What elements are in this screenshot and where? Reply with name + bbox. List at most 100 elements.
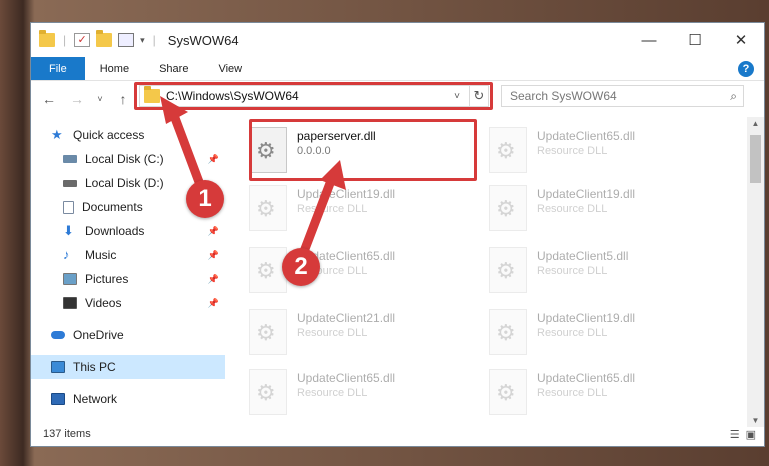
customize-icon[interactable] xyxy=(118,33,135,47)
sidebar-item-label: OneDrive xyxy=(73,328,124,342)
search-input[interactable]: Search SysWOW64 ⌕ xyxy=(501,85,744,107)
star-icon: ★ xyxy=(51,127,63,142)
minimize-button[interactable]: — xyxy=(626,23,672,57)
tab-home[interactable]: Home xyxy=(85,57,144,80)
sidebar-item-local-disk-c[interactable]: Local Disk (C:) 📌 xyxy=(31,147,225,171)
step-2-badge: 2 xyxy=(282,248,320,286)
folder-icon xyxy=(39,30,55,47)
scroll-thumb[interactable] xyxy=(750,135,761,183)
sidebar-item-label: Videos xyxy=(85,296,122,310)
cloud-icon xyxy=(51,331,65,339)
window-controls: — ☐ ✕ xyxy=(626,23,764,57)
sidebar-item-videos[interactable]: Videos 📌 xyxy=(31,291,225,315)
tab-share[interactable]: Share xyxy=(144,57,203,80)
file-name: UpdateClient21.dll xyxy=(297,311,396,325)
sidebar-item-music[interactable]: ♪ Music 📌 xyxy=(31,243,225,267)
music-icon: ♪ xyxy=(63,247,70,262)
qat-dropdown-icon[interactable]: ▾ xyxy=(140,35,145,46)
sidebar-item-label: Network xyxy=(73,392,118,406)
dll-file-icon xyxy=(249,369,287,415)
new-folder-icon[interactable] xyxy=(96,30,113,47)
network-icon xyxy=(51,393,65,405)
file-type: Resource DLL xyxy=(297,327,368,339)
sidebar-item-pictures[interactable]: Pictures 📌 xyxy=(31,267,225,291)
close-button[interactable]: ✕ xyxy=(718,23,764,57)
sidebar-item-this-pc[interactable]: This PC xyxy=(31,355,225,379)
sidebar-item-label: This PC xyxy=(73,360,116,374)
tab-view[interactable]: View xyxy=(203,57,257,80)
file-name: UpdateClient65.dll xyxy=(537,371,636,385)
file-name: UpdateClient65.dll xyxy=(297,371,396,385)
quick-access-toolbar: | ✓ ▾ | xyxy=(39,30,158,47)
sidebar-item-quick-access[interactable]: ★ Quick access xyxy=(31,123,225,147)
maximize-button[interactable]: ☐ xyxy=(672,23,718,57)
properties-check-icon[interactable]: ✓ xyxy=(74,33,91,47)
recent-locations-button[interactable]: ˅ xyxy=(95,94,105,104)
item-count: 137 items xyxy=(43,428,91,440)
address-highlight-box xyxy=(134,82,493,110)
sidebar-item-label: Local Disk (D:) xyxy=(85,176,164,190)
dll-file-icon xyxy=(489,369,527,415)
sidebar-item-downloads[interactable]: ⬇ Downloads 📌 xyxy=(31,219,225,243)
file-tile[interactable]: UpdateClient65.dll Resource DLL xyxy=(249,365,469,423)
file-tile[interactable]: UpdateClient5.dll Resource DLL xyxy=(489,243,709,301)
file-type: Resource DLL xyxy=(537,203,608,215)
file-type: Resource DLL xyxy=(297,203,368,215)
file-highlight-box xyxy=(249,119,477,181)
dll-file-icon xyxy=(489,127,527,173)
tab-file[interactable]: File xyxy=(31,57,85,80)
drive-icon xyxy=(63,155,77,163)
file-type: Resource DLL xyxy=(537,387,608,399)
dll-file-icon xyxy=(249,309,287,355)
file-name: UpdateClient19.dll xyxy=(537,311,636,325)
dll-file-icon xyxy=(249,185,287,231)
search-icon[interactable]: ⌕ xyxy=(730,89,737,104)
sidebar-item-label: Local Disk (C:) xyxy=(85,152,164,166)
file-tile[interactable]: UpdateClient19.dll Resource DLL xyxy=(489,181,709,239)
dll-file-icon xyxy=(489,247,527,293)
file-tile[interactable]: UpdateClient19.dll Resource DLL xyxy=(489,305,709,363)
sidebar-item-label: Downloads xyxy=(85,224,145,238)
file-name: UpdateClient65.dll xyxy=(537,129,636,143)
ribbon-tabs: File Home Share View ? xyxy=(31,57,764,81)
back-button[interactable]: ← xyxy=(39,91,59,107)
documents-icon xyxy=(63,200,74,214)
navigation-pane: ★ Quick access Local Disk (C:) 📌 Local D… xyxy=(31,123,225,423)
details-view-icon[interactable]: ☰ xyxy=(730,428,740,441)
sidebar-item-label: Pictures xyxy=(85,272,129,286)
dll-file-icon xyxy=(489,309,527,355)
status-bar: 137 items ☰ ▣ xyxy=(31,422,764,446)
large-icons-view-icon[interactable]: ▣ xyxy=(746,428,756,441)
help-icon[interactable]: ? xyxy=(738,60,754,77)
vertical-scrollbar[interactable]: ▲ ▼ xyxy=(747,117,764,427)
file-type: Resource DLL xyxy=(537,265,608,277)
explorer-window: | ✓ ▾ | SysWOW64 — ☐ ✕ File Home Share V… xyxy=(30,22,765,447)
sidebar-item-label: Quick access xyxy=(73,128,145,142)
file-type: Resource DLL xyxy=(297,387,368,399)
downloads-icon: ⬇ xyxy=(63,223,74,238)
file-name: UpdateClient19.dll xyxy=(297,187,396,201)
pin-icon[interactable]: 📌 xyxy=(208,274,219,285)
pin-icon[interactable]: 📌 xyxy=(208,298,219,309)
scroll-up-icon[interactable]: ▲ xyxy=(747,119,764,128)
pin-icon[interactable]: 📌 xyxy=(208,226,219,237)
file-tile[interactable]: UpdateClient21.dll Resource DLL xyxy=(249,305,469,363)
file-tile[interactable]: UpdateClient19.dll Resource DLL xyxy=(249,181,469,239)
pin-icon[interactable]: 📌 xyxy=(208,250,219,261)
sidebar-item-network[interactable]: Network xyxy=(31,387,225,411)
pictures-icon xyxy=(63,273,77,285)
sidebar-item-label: Documents xyxy=(82,200,143,214)
pin-icon[interactable]: 📌 xyxy=(208,154,219,165)
file-tile[interactable]: UpdateClient65.dll Resource DLL xyxy=(489,123,709,181)
file-type: Resource DLL xyxy=(537,327,608,339)
computer-icon xyxy=(51,361,65,373)
title-bar: | ✓ ▾ | SysWOW64 — ☐ ✕ xyxy=(31,23,764,57)
dll-file-icon xyxy=(489,185,527,231)
forward-button[interactable]: → xyxy=(67,91,87,107)
sidebar-item-onedrive[interactable]: OneDrive xyxy=(31,323,225,347)
file-tile[interactable]: UpdateClient65.dll Resource DLL xyxy=(489,365,709,423)
step-1-badge: 1 xyxy=(186,180,224,218)
videos-icon xyxy=(63,297,77,309)
file-name: UpdateClient19.dll xyxy=(537,187,636,201)
up-button[interactable]: ↑ xyxy=(113,91,133,107)
